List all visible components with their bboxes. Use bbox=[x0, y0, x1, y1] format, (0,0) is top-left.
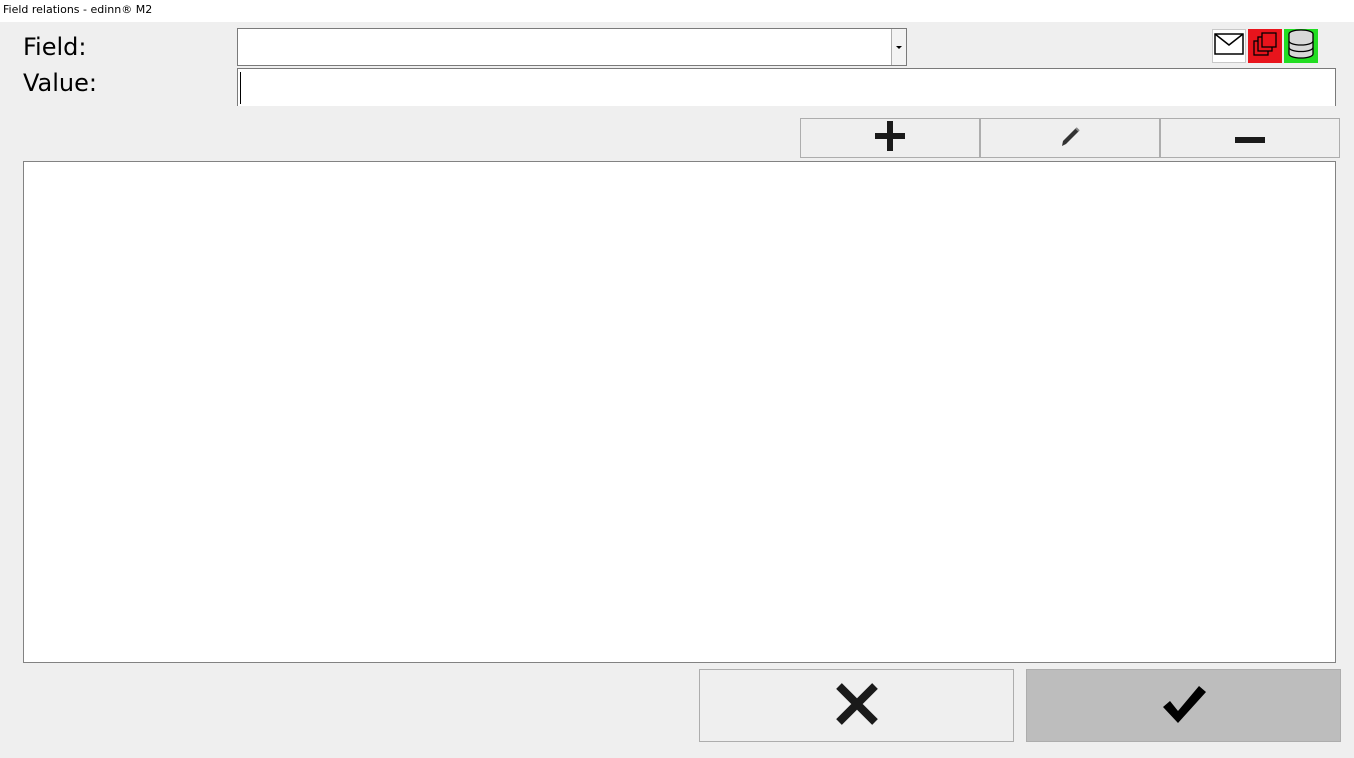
checkmark-icon bbox=[1161, 683, 1207, 729]
confirm-button[interactable] bbox=[1026, 669, 1341, 742]
pencil-icon bbox=[1058, 124, 1082, 152]
text-caret bbox=[240, 72, 241, 104]
windows-icon bbox=[1251, 30, 1279, 62]
value-label: Value: bbox=[23, 69, 97, 97]
add-button[interactable] bbox=[800, 118, 980, 158]
value-input[interactable] bbox=[237, 68, 1336, 106]
database-button[interactable] bbox=[1284, 29, 1318, 63]
field-dropdown[interactable] bbox=[237, 28, 907, 66]
window-title: Field relations - edinn® M2 bbox=[3, 3, 153, 16]
mail-icon bbox=[1214, 33, 1244, 59]
edit-button[interactable] bbox=[980, 118, 1160, 158]
cancel-button[interactable] bbox=[699, 669, 1014, 742]
database-icon bbox=[1287, 29, 1315, 63]
close-icon bbox=[835, 682, 879, 730]
title-bar: Field relations - edinn® M2 bbox=[0, 0, 1354, 22]
mail-button[interactable] bbox=[1212, 29, 1246, 63]
remove-button[interactable] bbox=[1160, 118, 1340, 158]
relations-list[interactable] bbox=[23, 161, 1336, 663]
windows-button[interactable] bbox=[1248, 29, 1282, 63]
field-label: Field: bbox=[23, 33, 87, 61]
add-icon bbox=[874, 120, 906, 156]
dropdown-arrow-icon[interactable] bbox=[891, 29, 906, 65]
minus-icon bbox=[1234, 129, 1266, 148]
